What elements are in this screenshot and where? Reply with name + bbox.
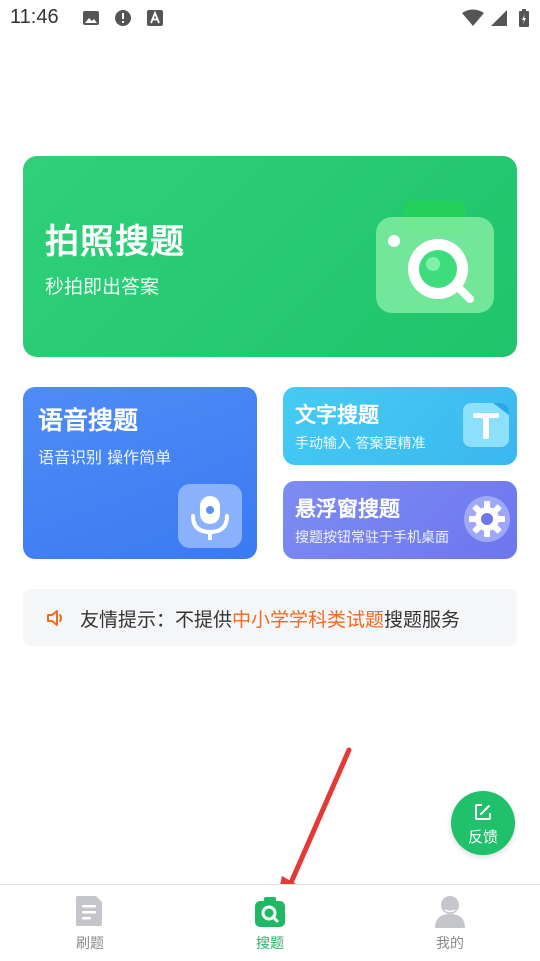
text-t-icon xyxy=(463,403,509,447)
signal-icon xyxy=(491,10,507,26)
notice-suffix: 搜题服务 xyxy=(384,609,461,631)
notice-bar: 友情提示：不提供中小学学科类试题搜题服务 xyxy=(23,589,517,646)
text-search-card[interactable]: 文字搜题 手动输入 答案更精准 xyxy=(283,387,517,465)
camera-search-icon xyxy=(376,201,494,313)
notice-prefix: 友情提示：不提供 xyxy=(80,609,233,631)
feedback-label: 反馈 xyxy=(467,828,498,846)
voice-search-card[interactable]: 语音搜题 语音识别 操作简单 xyxy=(23,387,257,559)
image-icon xyxy=(83,11,99,25)
gear-icon xyxy=(464,496,510,542)
search-icon xyxy=(255,897,285,927)
photo-search-title: 拍照搜题 xyxy=(45,222,185,262)
text-search-subtitle: 手动输入 答案更精准 xyxy=(295,436,426,452)
nav-item-search[interactable]: 搜题 xyxy=(210,885,330,961)
status-time: 11:46 xyxy=(10,6,59,28)
voice-search-subtitle: 语音识别 操作简单 xyxy=(38,448,172,467)
edit-icon xyxy=(475,804,491,820)
microphone-icon xyxy=(178,484,242,548)
font-icon xyxy=(147,10,163,26)
user-icon xyxy=(435,896,465,928)
wifi-icon xyxy=(462,9,484,26)
text-search-title: 文字搜题 xyxy=(295,403,379,427)
float-window-search-card[interactable]: 悬浮窗搜题 搜题按钮常驻于手机桌面 xyxy=(283,481,517,559)
nav-item-profile[interactable]: 我的 xyxy=(390,885,510,961)
float-search-subtitle: 搜题按钮常驻于手机桌面 xyxy=(295,530,449,546)
status-bar: 11:46 xyxy=(0,0,540,36)
float-search-title: 悬浮窗搜题 xyxy=(295,497,400,521)
document-icon xyxy=(76,896,102,926)
nav-item-practice[interactable]: 刷题 xyxy=(30,885,150,961)
alert-icon xyxy=(115,10,131,26)
nav-label-search: 搜题 xyxy=(256,936,284,952)
voice-search-title: 语音搜题 xyxy=(38,406,139,435)
nav-label-practice: 刷题 xyxy=(76,936,104,952)
battery-icon xyxy=(519,9,529,27)
photo-search-card[interactable]: 拍照搜题 秒拍即出答案 xyxy=(23,156,517,357)
photo-search-subtitle: 秒拍即出答案 xyxy=(45,276,160,298)
bottom-nav: 刷题 搜题 我的 xyxy=(0,884,540,961)
nav-label-profile: 我的 xyxy=(436,936,464,952)
notice-text: 友情提示：不提供中小学学科类试题搜题服务 xyxy=(80,605,460,632)
speaker-icon xyxy=(47,610,62,626)
notice-highlight: 中小学学科类试题 xyxy=(232,609,385,631)
feedback-button[interactable]: 反馈 xyxy=(451,791,515,855)
